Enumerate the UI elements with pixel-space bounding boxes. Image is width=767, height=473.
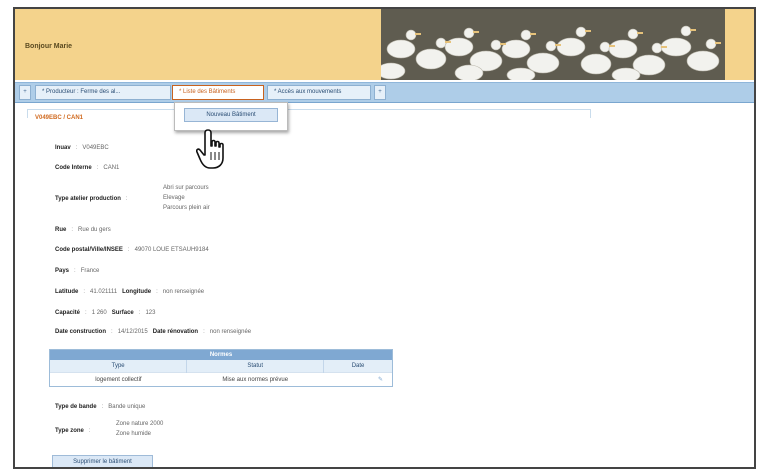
- tab-prev-button[interactable]: +: [19, 85, 31, 100]
- rue-value: Rue du gers: [78, 227, 111, 233]
- normes-table: Normes Type Statut Date logement collect…: [49, 349, 393, 387]
- tab-add-button[interactable]: +: [374, 85, 386, 100]
- tab-acces-mouvements[interactable]: * Accès aux mouvements: [267, 85, 371, 100]
- pays-label: Pays: [55, 268, 70, 274]
- zone-value-2: Zone humide: [116, 431, 152, 437]
- normes-col-statut[interactable]: Statut: [186, 360, 325, 373]
- tab-producteur[interactable]: * Producteur : Ferme des al...: [35, 85, 171, 100]
- cap-label: Capacité: [55, 310, 81, 316]
- code-label: Code Interne: [55, 165, 92, 171]
- rue-label: Rue: [55, 227, 67, 233]
- edit-icon[interactable]: ✎: [378, 376, 383, 383]
- dc-value: 14/12/2015: [117, 329, 148, 335]
- lon-value: non renseignée: [162, 289, 205, 295]
- inuav-label: Inuav: [55, 145, 71, 151]
- field-inuav: Inuav : V049EBC: [55, 145, 109, 151]
- normes-col-type[interactable]: Type: [50, 360, 188, 373]
- field-pays: Pays : France: [55, 268, 100, 274]
- tab-dropdown-menu: Nouveau Bâtiment: [174, 102, 288, 131]
- surf-label: Surface: [111, 310, 134, 316]
- zone-label: Type zone: [55, 428, 84, 434]
- normes-col-date[interactable]: Date: [323, 360, 392, 373]
- bande-label: Type de bande: [55, 404, 97, 410]
- field-dates: Date construction : 14/12/2015 Date réno…: [55, 329, 252, 335]
- cp-value: 49070 LOUE ETSAUH9184: [134, 247, 209, 253]
- tab-liste-batiments[interactable]: * Liste des Bâtiments: [172, 85, 264, 100]
- normes-cell-date: ✎: [323, 372, 392, 386]
- dc-label: Date construction: [55, 329, 107, 335]
- pays-value: France: [80, 268, 100, 274]
- app-window: Bonjour Marie + * Producteur: Ferme des…: [13, 7, 756, 469]
- type-value-1: Abri sur parcours: [163, 185, 209, 191]
- lat-label: Latitude: [55, 289, 79, 295]
- greeting-text: Bonjour Marie: [25, 43, 73, 50]
- header-banner: Bonjour Marie: [15, 9, 754, 80]
- dr-value: non renseignée: [209, 329, 252, 335]
- bande-value: Bande unique: [108, 404, 146, 410]
- zone-value-1: Zone nature 2000: [116, 421, 164, 427]
- field-type-zone-label: Type zone :: [55, 428, 91, 434]
- normes-cell-statut: Mise aux normes prévue: [186, 372, 324, 386]
- panel-title[interactable]: V049EBC / CAN1: [35, 115, 83, 121]
- field-rue: Rue : Rue du gers: [55, 227, 111, 233]
- field-type-atelier-label: Type atelier production :: [55, 196, 128, 202]
- hand-pointer-icon: [196, 129, 224, 169]
- dr-label: Date rénovation: [152, 329, 199, 335]
- ducks-photo: [381, 9, 725, 80]
- new-building-menu-item[interactable]: Nouveau Bâtiment: [184, 108, 278, 122]
- normes-title: Normes: [50, 350, 392, 360]
- cp-label: Code postal/Ville/INSEE: [55, 247, 123, 253]
- lat-value: 41.021111: [90, 289, 118, 295]
- field-code-postal: Code postal/Ville/INSEE : 49070 LOUE ETS…: [55, 247, 209, 253]
- field-lat-lon: Latitude : 41.021111 Longitude : non ren…: [55, 289, 205, 295]
- code-value: CAN1: [103, 165, 120, 171]
- type-label: Type atelier production: [55, 196, 121, 202]
- type-value-3: Parcours plein air: [163, 205, 210, 211]
- tab-bar: + * Producteur : Ferme des al... * Liste…: [15, 82, 754, 103]
- panel-border: [27, 109, 591, 118]
- field-type-bande: Type de bande : Bande unique: [55, 404, 146, 410]
- delete-building-button[interactable]: Supprimer le bâtiment: [52, 455, 153, 467]
- table-row[interactable]: logement collectif Mise aux normes prévu…: [50, 372, 392, 386]
- cap-value: 1 260: [91, 310, 107, 316]
- surf-value: 123: [145, 310, 156, 316]
- inuav-value: V049EBC: [82, 145, 109, 151]
- normes-cell-type: logement collectif: [50, 372, 187, 386]
- field-code-interne: Code Interne : CAN1: [55, 165, 120, 171]
- field-capacite-surface: Capacité : 1 260 Surface : 123: [55, 310, 156, 316]
- type-value-2: Elevage: [163, 195, 185, 201]
- lon-label: Longitude: [122, 289, 152, 295]
